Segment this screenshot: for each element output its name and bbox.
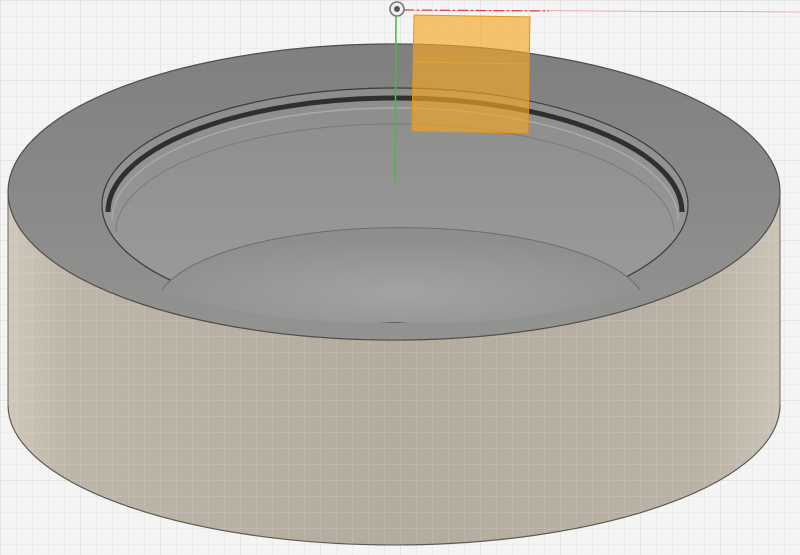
3d-scene[interactable] xyxy=(0,0,800,555)
origin-point-icon[interactable] xyxy=(389,1,405,17)
sketch-plane-face[interactable] xyxy=(412,15,530,133)
sketch-plane[interactable] xyxy=(411,14,531,134)
design-viewport[interactable] xyxy=(0,0,800,555)
